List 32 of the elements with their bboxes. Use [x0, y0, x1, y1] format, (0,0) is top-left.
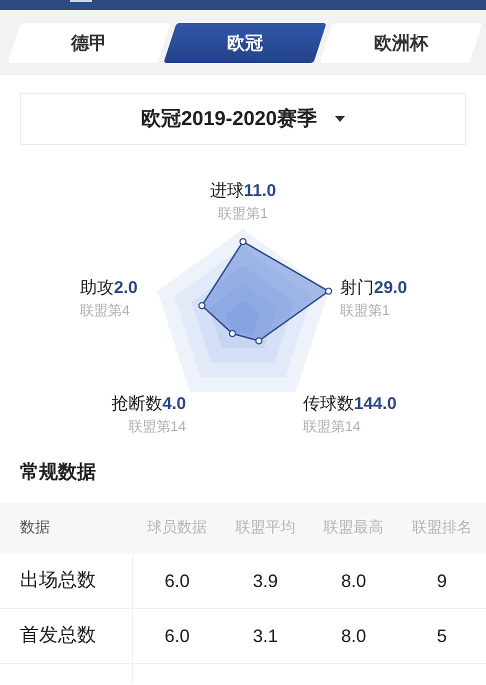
league-rank: 联盟第4	[80, 301, 131, 320]
table-cell-text: 3.1	[252, 624, 279, 648]
column-header: 联盟排名	[410, 518, 473, 538]
table-cell-text: 8.0	[340, 570, 368, 592]
axis-label: 进球11.0	[210, 180, 276, 202]
table-cell: 首发总数	[0, 609, 133, 663]
league-rank: 联盟第1	[340, 301, 391, 320]
section-title: 常规数据	[19, 461, 97, 485]
table-cell: 出场总数	[0, 554, 133, 608]
caret-icon	[334, 116, 345, 122]
axis-label: 抢断数4.0	[111, 393, 186, 415]
league-rank: 联盟第14	[303, 417, 362, 436]
column-header: 数据	[19, 518, 51, 538]
axis-label: 助攻2.0	[80, 277, 138, 299]
axis-label: 传球数144.0	[303, 393, 397, 415]
table-cell-text: 6.0	[164, 570, 191, 592]
tab[interactable]: 欧洲杯	[320, 22, 482, 62]
table-cell-text: 6.0	[164, 624, 191, 648]
axis-label: 射门29.0	[340, 277, 408, 299]
table-cell-text: 3.9	[252, 570, 279, 592]
tab[interactable]: 德甲	[8, 22, 170, 62]
tab[interactable]: 欧冠	[164, 22, 326, 62]
column-header: 联盟平均	[234, 518, 296, 538]
league-rank: 联盟第14	[127, 417, 186, 436]
column-header: 球员数据	[146, 518, 208, 538]
column-header: 联盟最高	[322, 518, 385, 538]
table-cell-text: 9	[436, 570, 448, 592]
season-dropdown[interactable]: 欧冠2019-2020赛季	[20, 93, 466, 145]
tab-indicator	[70, 0, 92, 2]
table-cell-text: 8.0	[340, 624, 368, 648]
table-cell-text: 5	[436, 624, 448, 648]
league-rank: 联盟第1	[217, 204, 269, 223]
